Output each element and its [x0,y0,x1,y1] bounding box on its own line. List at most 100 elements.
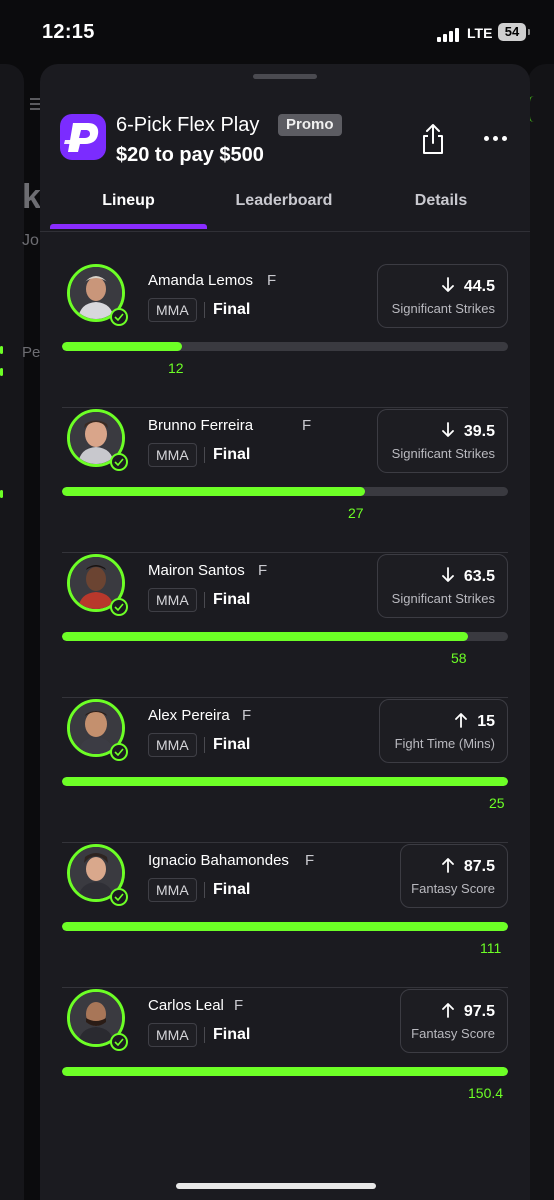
progress-bar [62,632,508,641]
line-value: 15 [477,713,495,730]
background-screen-right [528,64,554,1200]
projection-line: 15 [455,712,495,731]
arrow-up-icon [455,713,468,728]
actual-value: 111 [480,940,502,956]
status-time: 12:15 [42,21,95,43]
stat-type: Significant Strikes [391,446,495,461]
divider [204,882,205,898]
tab-details[interactable]: Details [361,192,521,210]
game-status: Final [213,736,251,753]
check-icon [110,598,128,616]
background-title: k [22,178,41,216]
game-status: Final [213,591,251,608]
stat-type: Fight Time (Mins) [394,736,495,751]
player-position: F [267,272,277,289]
progress-fill [62,777,508,786]
league-tag: MMA [148,443,197,467]
line-value: 44.5 [463,278,495,295]
player-name: Brunno Ferreira [148,417,254,434]
projection-box[interactable]: 44.5 Significant Strikes [377,264,508,328]
stat-type: Significant Strikes [391,301,495,316]
projection-line: 87.5 [441,857,495,876]
divider [204,1027,205,1043]
player-position: F [234,997,244,1014]
progress-fill [62,342,183,351]
divider [204,302,205,318]
screen: 12:15 LTE 54 k Jo Pe 6-Pick Flex Play Pr… [0,0,554,1200]
player-name: Carlos Leal [148,997,224,1014]
pick-card[interactable]: Amanda Lemos F MMA Final 44.5 Significan… [62,264,508,408]
check-icon [110,308,128,326]
projection-line: 63.5 [441,567,495,586]
progress-bar [62,1067,508,1076]
actual-value: 25 [489,795,505,811]
arrow-up-icon [441,1003,454,1018]
actual-value: 27 [348,505,364,521]
prizepicks-logo [60,114,106,160]
check-icon [110,1033,128,1051]
pick-card[interactable]: Ignacio Bahamondes F MMA Final 87.5 Fant… [62,844,508,988]
check-icon [110,888,128,906]
status-bar: 12:15 LTE 54 [0,0,554,64]
league-tag: MMA [148,298,197,322]
projection-box[interactable]: 97.5 Fantasy Score [400,989,508,1053]
pick-card[interactable]: Brunno Ferreira F MMA Final 39.5 Signifi… [62,409,508,553]
projection-line: 97.5 [441,1002,495,1021]
tab-leaderboard[interactable]: Leaderboard [207,192,361,210]
league-tag: MMA [148,1023,197,1047]
game-status: Final [213,1026,251,1043]
game-status: Final [213,446,251,463]
share-icon[interactable] [418,122,448,156]
signal-icon [437,26,463,42]
projection-box[interactable]: 15 Fight Time (Mins) [379,699,508,763]
sheet-grabber[interactable] [253,74,317,79]
player-name: Amanda Lemos [148,272,254,289]
play-title: 6-Pick Flex Play [116,114,260,136]
progress-fill [62,632,468,641]
background-progress-marker [0,346,3,354]
arrow-up-icon [441,858,454,873]
line-value: 39.5 [463,423,495,440]
background-progress-marker [0,490,3,498]
progress-bar [62,777,508,786]
pick-card[interactable]: Alex Pereira F MMA Final 15 Fight Time (… [62,699,508,843]
league-tag: MMA [148,733,197,757]
play-detail-sheet: 6-Pick Flex Play Promo $20 to pay $500 L… [40,64,530,1200]
player-position: F [305,852,315,869]
arrow-down-icon [441,277,454,292]
arrow-down-icon [441,567,454,582]
player-name: Alex Pereira [148,707,230,724]
home-indicator[interactable] [176,1183,376,1189]
divider [204,592,205,608]
background-progress-marker [0,368,3,376]
pick-card[interactable]: Carlos Leal F MMA Final 97.5 Fantasy Sco… [62,989,508,1133]
projection-box[interactable]: 87.5 Fantasy Score [400,844,508,908]
stat-type: Fantasy Score [411,1026,495,1041]
progress-bar [62,342,508,351]
stat-type: Fantasy Score [411,881,495,896]
battery-icon: 54 [498,23,530,41]
promo-badge: Promo [278,114,342,136]
stat-type: Significant Strikes [391,591,495,606]
network-label: LTE [467,25,493,41]
check-icon [110,453,128,471]
tab-active-indicator [50,224,207,229]
projection-box[interactable]: 63.5 Significant Strikes [377,554,508,618]
tab-lineup[interactable]: Lineup [50,192,207,210]
more-horizontal-icon[interactable] [484,128,510,148]
line-value: 87.5 [463,858,495,875]
projection-line: 39.5 [441,422,495,441]
arrow-down-icon [441,422,454,437]
progress-bar [62,922,508,931]
actual-value: 58 [451,650,467,666]
check-icon [110,743,128,761]
projection-box[interactable]: 39.5 Significant Strikes [377,409,508,473]
player-position: F [302,417,312,434]
background-label: Pe [22,344,41,361]
progress-bar [62,487,508,496]
line-value: 97.5 [463,1003,495,1020]
background-subtitle: Jo [22,232,39,249]
pick-card[interactable]: Mairon Santos F MMA Final 63.5 Significa… [62,554,508,698]
divider [204,447,205,463]
projection-line: 44.5 [441,277,495,296]
